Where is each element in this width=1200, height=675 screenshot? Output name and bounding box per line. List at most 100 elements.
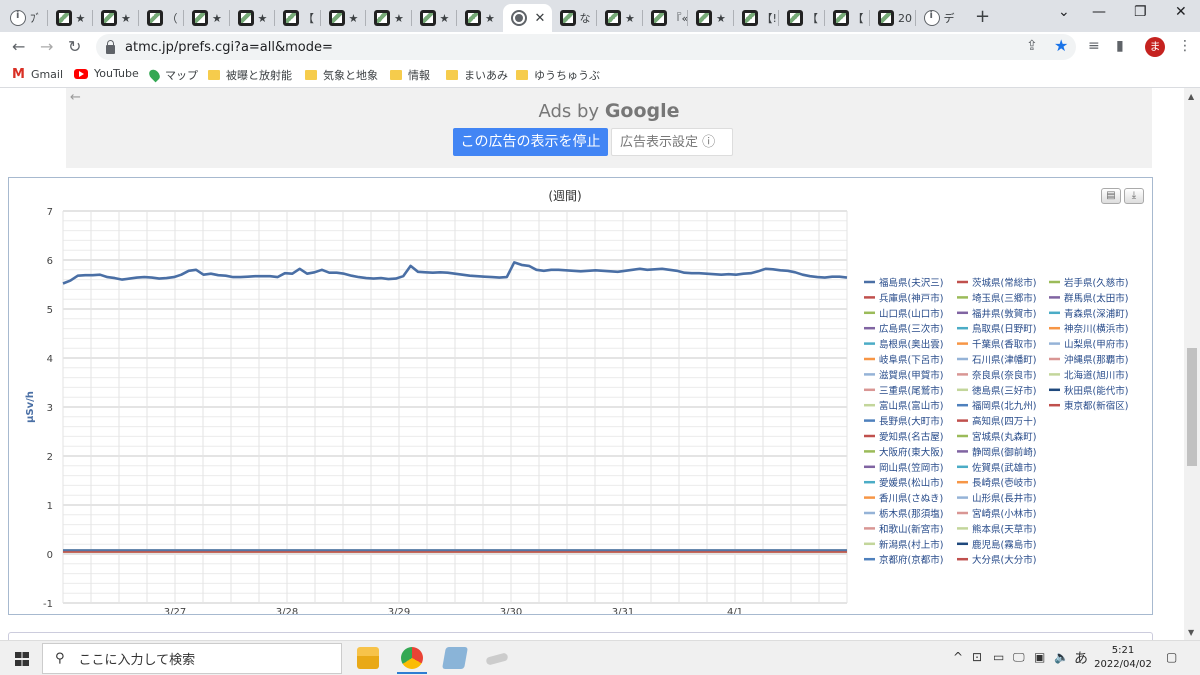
network-icon[interactable]: 🖵 — [1013, 650, 1025, 665]
taskbar-clock[interactable]: 5:21 2022/04/02 — [1093, 644, 1153, 672]
browser-tab[interactable]: な — [552, 4, 597, 32]
notification-icon[interactable]: ▢ — [1166, 650, 1177, 664]
browser-tab[interactable]: ★ — [321, 4, 366, 32]
tab-title: ★ — [439, 11, 450, 25]
bookmark-item[interactable]: まいあみ — [446, 67, 508, 83]
stop-ad-button[interactable]: この広告の表示を停止 — [453, 128, 608, 156]
legend-label: 高知県(四万十) — [972, 416, 1036, 428]
y-tick-label: 7 — [47, 207, 53, 218]
bookmark-item[interactable]: 被曝と放射能 — [208, 67, 292, 83]
legend-label: 茨城県(常総市) — [972, 277, 1036, 289]
y-tick-label: 3 — [47, 403, 53, 414]
legend-label: 秋田県(能代市) — [1064, 385, 1128, 397]
window-close-icon[interactable]: ✕ — [1175, 4, 1187, 20]
legend-label: 愛知県(名古屋) — [879, 431, 943, 443]
browser-tab[interactable]: 【 — [275, 4, 320, 32]
browser-tab[interactable]: 【 — [779, 4, 824, 32]
site-favicon — [419, 10, 436, 26]
legend-label: 京都府(京都市) — [879, 554, 943, 566]
scroll-down-icon[interactable]: ▼ — [1188, 628, 1194, 637]
chevron-down-icon[interactable]: ⌄ — [1058, 4, 1070, 20]
taskbar-search[interactable]: ⚲ ここに入力して検索 — [42, 643, 342, 674]
reload-icon[interactable]: ↻ — [68, 37, 81, 56]
tray-chevron-up-icon[interactable]: ^ — [953, 650, 963, 664]
volume-icon[interactable]: 🔈 — [1054, 650, 1069, 664]
bookmark-item[interactable]: 気象と地象 — [305, 67, 378, 83]
ime-indicator[interactable]: あ — [1074, 648, 1088, 668]
print-icon[interactable]: ▤ — [1101, 188, 1121, 204]
page-scrollbar[interactable]: ▲ ▼ — [1184, 88, 1200, 640]
y-axis-label: μSv/h — [25, 391, 36, 423]
browser-tab[interactable]: 『« — [643, 4, 688, 32]
tab-title: ﾌﾞ — [30, 12, 41, 25]
browser-tab[interactable]: ✕ — [502, 4, 552, 32]
y-tick-label: 6 — [47, 256, 53, 267]
notepad-icon[interactable] — [442, 647, 468, 669]
maps-icon — [147, 67, 162, 83]
browser-tab[interactable]: ★ — [230, 4, 275, 32]
tray-device-icon[interactable]: ⊡ — [972, 650, 982, 664]
site-favicon — [559, 10, 576, 26]
bookmark-label: ゆうちゅうぶ — [534, 69, 600, 82]
gmail-icon: M — [12, 67, 25, 82]
browser-tab[interactable]: 【 — [825, 4, 870, 32]
browser-tab[interactable]: 【! — [734, 4, 779, 32]
back-arrow-icon[interactable]: ← — [12, 37, 25, 56]
browser-tab[interactable]: ★ — [457, 4, 502, 32]
folder-icon — [446, 70, 458, 80]
browser-tab[interactable]: ★ — [93, 4, 138, 32]
site-favicon — [650, 10, 667, 26]
y-tick-label: 0 — [47, 550, 53, 561]
profile-avatar[interactable]: ま — [1145, 37, 1165, 57]
browser-tab[interactable]: ★ — [366, 4, 411, 32]
bookmark-item[interactable]: M Gmail — [12, 67, 63, 82]
bookmark-item[interactable]: 情報 — [390, 67, 430, 83]
legend-label: 兵庫県(神戸市) — [879, 292, 943, 304]
file-explorer-icon[interactable] — [357, 647, 379, 669]
legend-label: 北海道(旭川市) — [1064, 369, 1128, 381]
scroll-up-icon[interactable]: ▲ — [1188, 92, 1194, 101]
bookmark-item[interactable]: YouTube — [74, 67, 139, 80]
side-panel-icon[interactable]: ▮ — [1116, 38, 1124, 54]
browser-toolbar: ← → ↻ atmc.jp/prefs.cgi?a=all&mode= ⇪ ★ … — [0, 32, 1200, 62]
forward-arrow-icon[interactable]: → — [40, 37, 53, 56]
bookmark-star-icon[interactable]: ★ — [1054, 36, 1068, 55]
ads-by-google: Ads by Google — [538, 100, 680, 122]
download-icon[interactable]: ⤓ — [1124, 188, 1144, 204]
bookmark-item[interactable]: ゆうちゅうぶ — [516, 67, 600, 83]
folder-icon — [390, 70, 402, 80]
legend-label: 大阪府(東大阪) — [879, 446, 943, 458]
address-bar[interactable]: atmc.jp/prefs.cgi?a=all&mode= — [96, 34, 1076, 60]
new-tab-button[interactable]: + — [975, 6, 990, 27]
browser-tab[interactable]: 20 — [870, 4, 915, 32]
browser-tab[interactable]: ★ — [48, 4, 93, 32]
lock-icon[interactable] — [106, 39, 115, 54]
share-icon[interactable]: ⇪ — [1026, 38, 1038, 54]
bookmark-item[interactable]: マップ — [147, 67, 198, 83]
browser-tab[interactable]: デ — [916, 4, 961, 32]
legend-label: 福島県(夫沢三) — [879, 277, 943, 289]
ad-settings-button[interactable]: 広告表示設定 ⓘ — [611, 128, 733, 156]
browser-tab[interactable]: （ — [139, 4, 184, 32]
menu-dots-icon[interactable]: ⋮ — [1178, 38, 1192, 54]
tab-close-icon[interactable]: ✕ — [535, 11, 546, 26]
tab-strip: ﾌﾞ ★ ★ （ ★ ★ 【 ★ ★ ★ ★ ✕ な ★ 『« ★ 【! 【 【 20 デ + ⌄ — ❐ ✕ — [0, 0, 1200, 32]
bookmark-label: YouTube — [94, 67, 139, 80]
browser-tab[interactable]: ★ — [184, 4, 229, 32]
minimize-icon[interactable]: — — [1092, 4, 1106, 20]
ad-banner: ← Ads by Google この広告の表示を停止 広告表示設定 ⓘ — [66, 88, 1152, 168]
site-favicon — [832, 10, 849, 26]
browser-tab[interactable]: ★ — [597, 4, 642, 32]
app-icon[interactable] — [485, 652, 509, 666]
chrome-icon[interactable] — [397, 647, 427, 674]
browser-tab[interactable]: ★ — [412, 4, 457, 32]
restore-icon[interactable]: ❐ — [1134, 4, 1147, 20]
browser-tab[interactable]: ﾌﾞ — [2, 4, 47, 32]
windows-start-icon[interactable] — [15, 652, 29, 666]
tab-title: 【! — [761, 12, 777, 25]
battery-icon[interactable]: ▭ — [993, 650, 1004, 664]
browser-tab[interactable]: ★ — [688, 4, 733, 32]
scroll-thumb[interactable] — [1187, 348, 1197, 466]
reading-list-icon[interactable]: ≡ — [1088, 38, 1100, 54]
tray-app2-icon[interactable]: ▣ — [1034, 650, 1045, 664]
